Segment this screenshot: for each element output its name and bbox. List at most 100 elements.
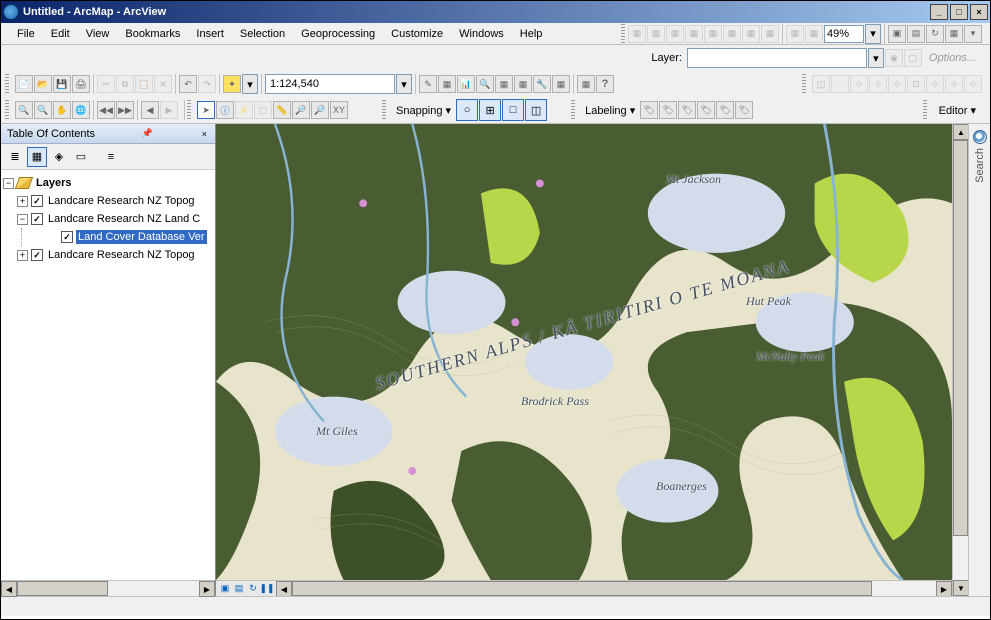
toc-close-icon[interactable]: × — [200, 129, 209, 139]
scroll-right-icon[interactable]: ▶ — [199, 581, 215, 597]
menu-edit[interactable]: Edit — [43, 26, 78, 42]
toolbox-icon[interactable]: ▾ — [964, 25, 982, 43]
labeling-label[interactable]: Labeling ▾ — [581, 104, 639, 117]
map-scroll-left-icon[interactable]: ◀ — [276, 581, 292, 596]
toolbar-grip[interactable] — [5, 74, 9, 94]
list-by-source-icon[interactable]: ▦ — [27, 147, 47, 167]
toolbar-grip[interactable] — [5, 100, 9, 120]
full-extent-icon[interactable]: 🌐 — [72, 101, 90, 119]
label-tool-2-icon[interactable]: 🏷 — [659, 101, 677, 119]
model-builder-icon[interactable]: ▦ — [577, 75, 595, 93]
list-by-selection-icon[interactable]: ▭ — [71, 147, 91, 167]
list-by-visibility-icon[interactable]: ◈ — [49, 147, 69, 167]
label-tool-4-icon[interactable]: 🏷 — [697, 101, 715, 119]
options-link[interactable]: Options... — [923, 52, 982, 64]
close-button[interactable]: × — [970, 4, 988, 20]
undo-icon[interactable]: ↶ — [179, 75, 197, 93]
menu-customize[interactable]: Customize — [383, 26, 451, 42]
find-route-icon[interactable]: 🔎 — [311, 101, 329, 119]
maximize-button[interactable]: □ — [950, 4, 968, 20]
catalog-icon[interactable]: ▦ — [945, 25, 963, 43]
identify-icon[interactable]: ⓘ — [216, 101, 234, 119]
menu-file[interactable]: File — [9, 26, 43, 42]
arctoolbox-icon[interactable]: 🔧 — [533, 75, 551, 93]
layer-checkbox[interactable] — [31, 213, 43, 225]
snap-point-icon[interactable]: ○ — [456, 99, 478, 121]
scroll-left-icon[interactable]: ◀ — [1, 581, 17, 597]
search-window-icon[interactable]: ▦ — [514, 75, 532, 93]
open-icon[interactable]: 📂 — [34, 75, 52, 93]
toc-autohide-icon[interactable]: 📌 — [140, 128, 155, 139]
toolbar-grip[interactable] — [621, 24, 625, 44]
scroll-track[interactable] — [17, 581, 199, 596]
tree-node[interactable]: + Landcare Research NZ Topog — [3, 246, 213, 264]
menu-geoprocessing[interactable]: Geoprocessing — [293, 26, 383, 42]
layer-label[interactable]: Landcare Research NZ Topog — [46, 194, 197, 208]
expander-icon[interactable]: − — [3, 178, 14, 189]
zoom-out-icon[interactable]: 🔍 — [34, 101, 52, 119]
map-scroll-right-icon[interactable]: ▶ — [936, 581, 952, 596]
snap-vertex-icon[interactable]: □ — [502, 99, 524, 121]
label-tool-1-icon[interactable]: 🏷 — [640, 101, 658, 119]
zoom-percent-dropdown[interactable]: ▾ — [865, 24, 881, 44]
menu-bookmarks[interactable]: Bookmarks — [117, 26, 188, 42]
toc-horizontal-scrollbar[interactable]: ◀ ▶ — [1, 580, 215, 596]
new-doc-icon[interactable]: 📄 — [15, 75, 33, 93]
map-scroll-thumb[interactable] — [292, 581, 872, 596]
expander-icon[interactable]: − — [17, 214, 28, 225]
toolbar-grip[interactable] — [187, 100, 191, 120]
tree-node[interactable]: − Landcare Research NZ Land C — [3, 210, 213, 228]
table-icon[interactable]: ▦ — [438, 75, 456, 93]
layer-dropdown-arrow[interactable]: ▾ — [868, 48, 884, 68]
snap-end-icon[interactable]: ⊞ — [479, 99, 501, 121]
map-scroll-up-icon[interactable]: ▲ — [953, 124, 969, 140]
map-vertical-scrollbar[interactable]: ▲ ▼ — [952, 124, 968, 596]
save-icon[interactable]: 💾 — [53, 75, 71, 93]
tree-root[interactable]: − Layers — [3, 174, 213, 192]
snap-edge-icon[interactable]: ◫ — [525, 99, 547, 121]
expander-icon[interactable]: + — [17, 250, 28, 261]
scale-dropdown[interactable]: ▾ — [396, 74, 412, 94]
data-view-icon[interactable]: ▣ — [888, 25, 906, 43]
zoom-percent-box[interactable]: 49% — [824, 25, 864, 43]
menu-windows[interactable]: Windows — [451, 26, 512, 42]
layer-checkbox[interactable] — [61, 231, 73, 243]
layer-label[interactable]: Landcare Research NZ Topog — [46, 248, 197, 262]
menu-view[interactable]: View — [78, 26, 118, 42]
minimize-button[interactable]: _ — [930, 4, 948, 20]
menu-selection[interactable]: Selection — [232, 26, 293, 42]
help-icon[interactable]: ? — [596, 75, 614, 93]
map-scroll-down-icon[interactable]: ▼ — [953, 580, 969, 596]
refresh-view-icon[interactable]: ↻ — [246, 581, 260, 595]
scale-input[interactable] — [265, 74, 395, 94]
zoom-in-icon[interactable]: 🔍 — [15, 101, 33, 119]
catalog-window-icon[interactable]: ▦ — [495, 75, 513, 93]
toc-tree[interactable]: − Layers + Landcare Research NZ Topog − … — [1, 170, 215, 580]
snapping-label[interactable]: Snapping ▾ — [392, 104, 455, 117]
map-vscroll-track[interactable] — [953, 140, 968, 580]
expander-icon[interactable]: + — [17, 196, 28, 207]
menu-help[interactable]: Help — [512, 26, 551, 42]
map-scroll-track[interactable] — [292, 581, 936, 596]
scroll-thumb[interactable] — [17, 581, 108, 596]
root-label[interactable]: Layers — [34, 176, 73, 190]
print-icon[interactable]: 🖨 — [72, 75, 90, 93]
toolbar-grip[interactable] — [923, 100, 927, 120]
pause-drawing-icon[interactable]: ❚❚ — [260, 581, 274, 595]
refresh-icon[interactable]: ↻ — [926, 25, 944, 43]
layer-label-selected[interactable]: Land Cover Database Ver — [76, 230, 207, 244]
find-tool-icon[interactable]: 🔍 — [476, 75, 494, 93]
go-to-xy-icon[interactable]: XY — [330, 101, 348, 119]
add-data-dropdown[interactable]: ▾ — [242, 74, 258, 94]
data-view-btn-icon[interactable]: ▣ — [218, 581, 232, 595]
graph-icon[interactable]: 📊 — [457, 75, 475, 93]
label-tool-6-icon[interactable]: 🏷 — [735, 101, 753, 119]
tree-node[interactable]: + Landcare Research NZ Topog — [3, 192, 213, 210]
map-vscroll-thumb[interactable] — [953, 140, 968, 536]
toolbar-grip[interactable] — [802, 74, 806, 94]
layer-label[interactable]: Landcare Research NZ Land C — [46, 212, 202, 226]
layout-view-btn-icon[interactable]: ▤ — [232, 581, 246, 595]
map-viewport[interactable]: SOUTHERN ALPS / KĀ TIRITIRI O TE MOANA M… — [216, 124, 952, 580]
label-tool-3-icon[interactable]: 🏷 — [678, 101, 696, 119]
pan-icon[interactable]: ✋ — [53, 101, 71, 119]
